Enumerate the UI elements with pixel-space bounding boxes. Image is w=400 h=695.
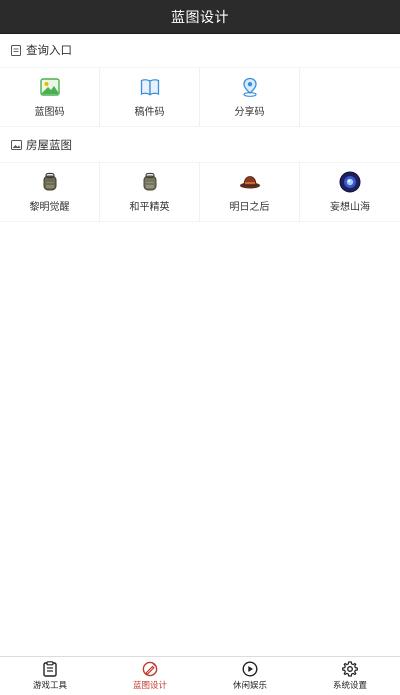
house-item-dawn-awakening[interactable]: 黎明觉醒 xyxy=(0,162,100,222)
design-icon xyxy=(142,661,158,677)
tab-blueprint-design[interactable]: 蓝图设计 xyxy=(100,657,200,695)
house-item-label: 妄想山海 xyxy=(330,202,370,213)
query-section-header: 查询入口 xyxy=(0,35,400,65)
query-item-label: 蓝图码 xyxy=(34,107,65,118)
tab-game-tools[interactable]: 游戏工具 xyxy=(0,657,100,695)
query-item-share-code[interactable]: 分享码 xyxy=(200,67,300,127)
house-item-mountains-seas[interactable]: 妄想山海 xyxy=(300,162,400,222)
app-root: 蓝图设计 查询入口 蓝图码 稿件码 分享码 房屋蓝图 黎明觉醒 和平精英 明日之… xyxy=(0,0,400,695)
bottom-tab-bar: 游戏工具 蓝图设计 休闲娱乐 系统设置 xyxy=(0,656,400,695)
book-icon xyxy=(139,76,161,98)
document-icon xyxy=(10,44,22,56)
gear-icon xyxy=(342,661,358,677)
query-item-label: 分享码 xyxy=(234,107,265,118)
house-item-tomorrow[interactable]: 明日之后 xyxy=(200,162,300,222)
tab-label: 休闲娱乐 xyxy=(232,681,267,691)
house-item-peace-elite[interactable]: 和平精英 xyxy=(100,162,200,222)
tab-label: 系统设置 xyxy=(332,681,367,691)
query-item-manuscript-code[interactable]: 稿件码 xyxy=(100,67,200,127)
tab-leisure[interactable]: 休闲娱乐 xyxy=(200,657,300,695)
query-section-title: 查询入口 xyxy=(26,43,72,57)
query-item-blueprint-code[interactable]: 蓝图码 xyxy=(0,67,100,127)
empty-cell xyxy=(300,67,400,127)
picture-icon xyxy=(10,139,22,151)
backpack-icon xyxy=(139,171,161,193)
page-title: 蓝图设计 xyxy=(171,9,229,26)
backpack-icon xyxy=(39,171,61,193)
tab-label: 游戏工具 xyxy=(32,681,67,691)
house-item-label: 明日之后 xyxy=(229,202,270,213)
image-icon xyxy=(39,76,61,98)
clipboard-icon xyxy=(42,661,58,677)
query-item-label: 稿件码 xyxy=(134,107,165,118)
app-header: 蓝图设计 xyxy=(0,0,400,34)
house-grid: 黎明觉醒 和平精英 明日之后 妄想山海 xyxy=(0,162,400,222)
orb-icon xyxy=(339,171,361,193)
house-item-label: 和平精英 xyxy=(129,202,170,213)
house-section-header: 房屋蓝图 xyxy=(0,130,400,160)
tab-settings[interactable]: 系统设置 xyxy=(300,657,400,695)
tab-label: 蓝图设计 xyxy=(132,681,167,691)
house-item-label: 黎明觉醒 xyxy=(29,202,70,213)
house-section-title: 房屋蓝图 xyxy=(26,138,72,152)
query-grid: 蓝图码 稿件码 分享码 xyxy=(0,67,400,127)
location-pin-icon xyxy=(239,76,261,98)
hat-icon xyxy=(239,171,261,193)
play-icon xyxy=(242,661,258,677)
